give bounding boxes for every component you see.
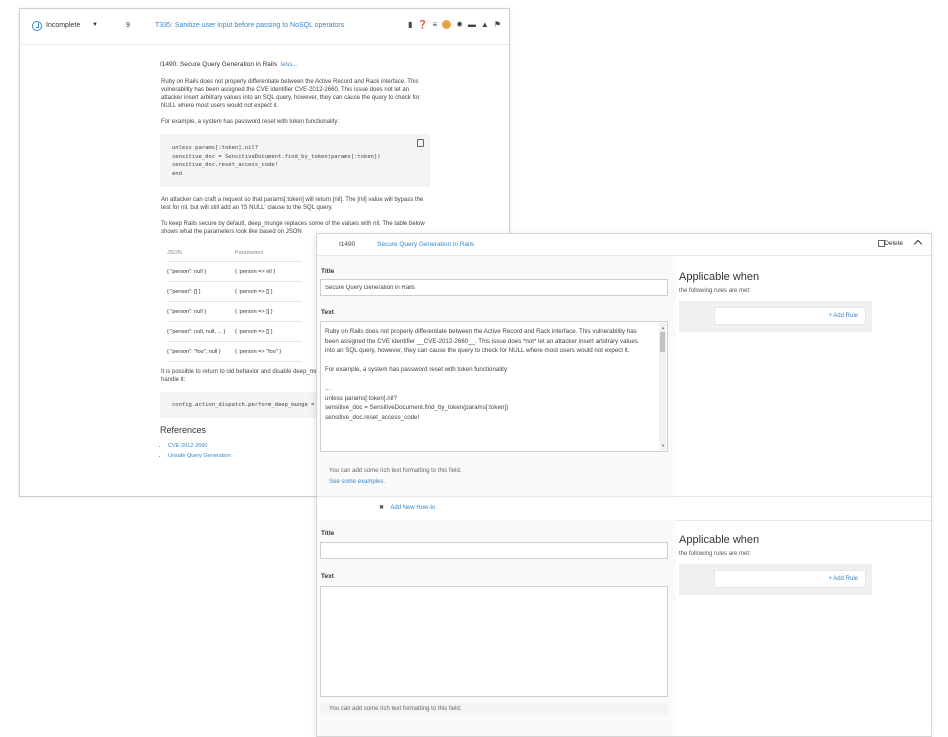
title-label: Title (321, 530, 335, 537)
task-toolbar: ▮ ❓ ≡ ✹ ▬ ▲ ⚑ (408, 20, 501, 29)
table-header-row: JSON Parameters (167, 244, 302, 262)
text-label: Text (321, 573, 334, 580)
less-link[interactable]: less... (281, 61, 298, 68)
new-text-editor[interactable] (320, 586, 668, 697)
scroll-up-icon[interactable]: ▲ (661, 323, 665, 333)
section-heading: I1490: Secure Query Generation in Rails … (160, 61, 430, 69)
text-label: Text (321, 309, 334, 316)
flame-icon[interactable]: ✹ (456, 20, 463, 29)
task-header: Incomplete ▼ 9 T335: Sanitize user input… (20, 9, 509, 45)
new-title-input[interactable] (320, 542, 668, 559)
table-cell: { :person => [] } (235, 328, 273, 335)
table-cell: { "person": [] } (167, 288, 201, 295)
rule-box: + Add Rule (679, 564, 872, 595)
code-line: unless params[:token].nil? (172, 145, 259, 151)
copy-icon[interactable] (417, 139, 424, 147)
text-line: ... (325, 385, 331, 392)
code-line: sensitive_doc.reset_access_code! (172, 162, 278, 168)
table-cell: { "person": null, null, ... } (167, 328, 226, 335)
table-cell: { :person => [] } (235, 288, 273, 295)
status-dot-icon[interactable] (442, 20, 452, 29)
chevron-up-icon[interactable] (913, 239, 923, 249)
flag-icon[interactable]: ⚑ (494, 20, 501, 29)
close-icon[interactable]: ✖ (379, 505, 384, 511)
applicable-subtitle: the following rules are met: (679, 551, 751, 557)
table-row: { "person": [] } { :person => [] } (167, 282, 302, 302)
divider (317, 496, 931, 497)
clock-icon (32, 21, 42, 31)
add-howto-row[interactable]: ✖ Add New How-to (379, 504, 435, 511)
rich-text-hint: You can add some rich text formatting to… (329, 706, 462, 712)
add-rule-button[interactable]: + Add Rule (828, 313, 858, 319)
howto-editor-window: I1490 Secure Query Generation in Rails D… (316, 233, 932, 737)
howto-id: I1490 (339, 241, 356, 248)
text-line-empty (325, 356, 655, 366)
task-count: 9 (126, 22, 130, 29)
add-rule-button[interactable]: + Add Rule (828, 576, 858, 582)
user-icon[interactable]: ▲ (481, 20, 489, 29)
document-icon[interactable]: ▮ (408, 20, 412, 29)
text-line: into an SQL query, however, they can cau… (325, 347, 630, 354)
rule-box: + Add Rule (679, 301, 872, 332)
text-line: Ruby on Rails does not properly differen… (325, 328, 637, 335)
code-block: unless params[:token].nil? sensitive_doc… (160, 134, 430, 187)
table-header: Parameters (235, 249, 264, 256)
text-line: sensitive_doc.reset_access_code! (325, 413, 420, 421)
scrollbar-thumb[interactable] (660, 332, 665, 352)
table-cell: { :person => "foo" } (235, 348, 282, 355)
table-row: { "person": null } { :person => [] } (167, 302, 302, 322)
applicable-title: Applicable when (679, 271, 760, 283)
comment-icon[interactable]: ▬ (468, 20, 476, 29)
status-select[interactable]: Incomplete (46, 22, 80, 29)
applicable-section: Applicable when the following rules are … (679, 271, 874, 332)
task-title-link[interactable]: T335: Sanitize user input before passing… (155, 22, 344, 29)
list-icon[interactable]: ≡ (433, 20, 438, 29)
rule-input[interactable]: + Add Rule (714, 570, 866, 588)
code-line: sensitive_doc = SensitiveDocument.find_b… (172, 153, 381, 160)
text-line: been assigned the CVE identifier __CVE-2… (325, 337, 638, 345)
table-header: JSON (167, 249, 182, 256)
table-cell: { "person": null } (167, 308, 207, 315)
see-examples-link[interactable]: See some examples. (329, 479, 385, 485)
rich-text-hint: You can add some rich text formatting to… (329, 468, 462, 474)
applicable-title: Applicable when (679, 534, 760, 546)
code-line: end (172, 170, 182, 177)
howto-title-link[interactable]: Secure Query Generation in Rails (377, 241, 474, 248)
add-howto-link[interactable]: Add New How-to (390, 505, 435, 511)
title-input[interactable] (320, 279, 668, 296)
attacker-paragraph: An attacker can craft a request so that … (161, 197, 424, 211)
table-row: { "person": "foo", null } { :person => "… (167, 342, 302, 362)
editor-header: I1490 Secure Query Generation in Rails D… (317, 234, 931, 256)
rule-input[interactable]: + Add Rule (714, 307, 866, 325)
howto-edit-section: Title Text Ruby on Rails does not proper… (317, 256, 676, 499)
new-howto-edit-section: Title Text You can add some rich text fo… (317, 520, 676, 736)
delete-label: Delete (884, 240, 903, 247)
table-row: { "person": null, null, ... } { :person … (167, 322, 302, 342)
title-label: Title (321, 268, 335, 275)
new-applicable-section: Applicable when the following rules are … (679, 534, 874, 595)
table-cell: { :person => [] } (235, 308, 273, 315)
applicable-subtitle: the following rules are met: (679, 288, 751, 294)
help-icon[interactable]: ❓ (418, 20, 428, 29)
example-paragraph: For example, a system has password reset… (161, 119, 340, 125)
text-line-empty (325, 375, 655, 385)
text-line: unless params[:token].nil? (325, 394, 397, 402)
intro-paragraph: Ruby on Rails does not properly differen… (161, 79, 420, 109)
scroll-down-icon[interactable]: ▼ (661, 441, 665, 451)
text-editor[interactable]: Ruby on Rails does not properly differen… (320, 321, 668, 452)
params-table: JSON Parameters { "person": null } { :pe… (167, 244, 302, 362)
text-line: For example, a system has password reset… (325, 366, 509, 373)
table-row: { "person": null } { :person => nil } (167, 262, 302, 282)
text-line: sensitive_doc = SensitiveDocument.find_b… (325, 404, 509, 411)
table-cell: { "person": "foo", null } (167, 348, 221, 355)
caret-down-icon[interactable]: ▼ (92, 22, 98, 28)
section-heading-text: I1490: Secure Query Generation in Rails (160, 61, 278, 68)
table-cell: { :person => nil } (235, 268, 276, 275)
table-cell: { "person": null } (167, 268, 207, 275)
